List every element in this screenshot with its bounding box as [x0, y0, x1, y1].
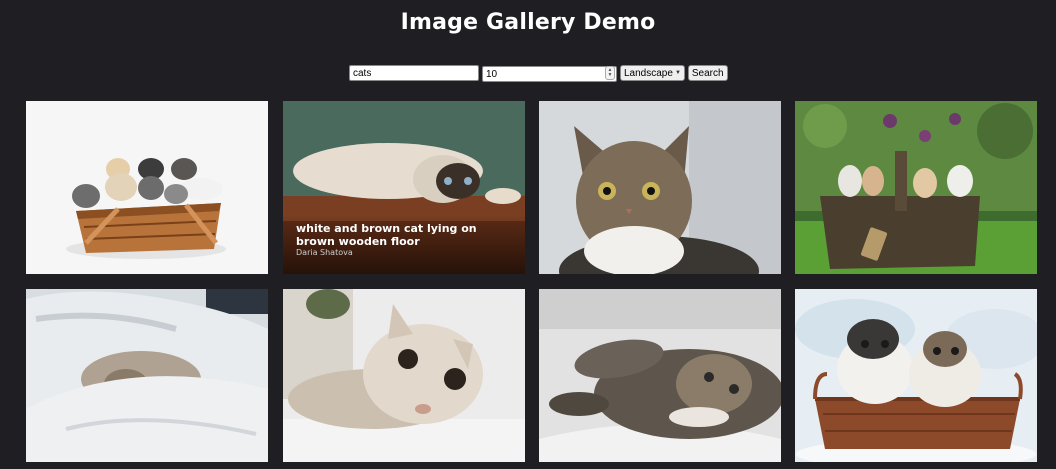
orientation-select[interactable]: Landscape ▼: [620, 65, 685, 81]
tabby-cat-lying-photo: [539, 289, 781, 462]
gallery-image-8[interactable]: [795, 289, 1037, 462]
search-bar: ▲ ▼ Landscape ▼ Search: [349, 64, 728, 83]
image-caption: white and brown cat lying on brown woode…: [296, 222, 477, 248]
cat-under-blanket-photo: [26, 289, 268, 462]
kittens-basket-photo: [26, 101, 268, 274]
kittens-basket-garden-photo: [795, 101, 1037, 274]
scottish-fold-cat-photo: [283, 289, 525, 462]
count-input[interactable]: [482, 66, 617, 83]
page-title: Image Gallery Demo: [400, 10, 656, 35]
count-stepper[interactable]: ▲ ▼: [605, 65, 615, 80]
tabby-cat-portrait-photo: [539, 101, 781, 274]
photographer-credit: Daria Shatova: [296, 248, 353, 257]
stepper-down-icon[interactable]: ▼: [608, 72, 613, 78]
gallery-image-3[interactable]: [539, 101, 781, 274]
gallery-image-1[interactable]: [26, 101, 268, 274]
search-button[interactable]: Search: [687, 65, 728, 81]
orientation-select-value: Landscape: [624, 67, 673, 79]
chevron-down-icon: ▼: [674, 70, 681, 76]
gallery-image-6[interactable]: [283, 289, 525, 462]
search-query-input[interactable]: [349, 65, 479, 81]
gallery-image-5[interactable]: [26, 289, 268, 462]
two-kittens-basket-photo: [795, 289, 1037, 462]
gallery-image-2[interactable]: white and brown cat lying on brown woode…: [283, 101, 525, 274]
gallery-image-4[interactable]: [795, 101, 1037, 274]
gallery-image-7[interactable]: [539, 289, 781, 462]
count-field: ▲ ▼: [482, 64, 617, 83]
